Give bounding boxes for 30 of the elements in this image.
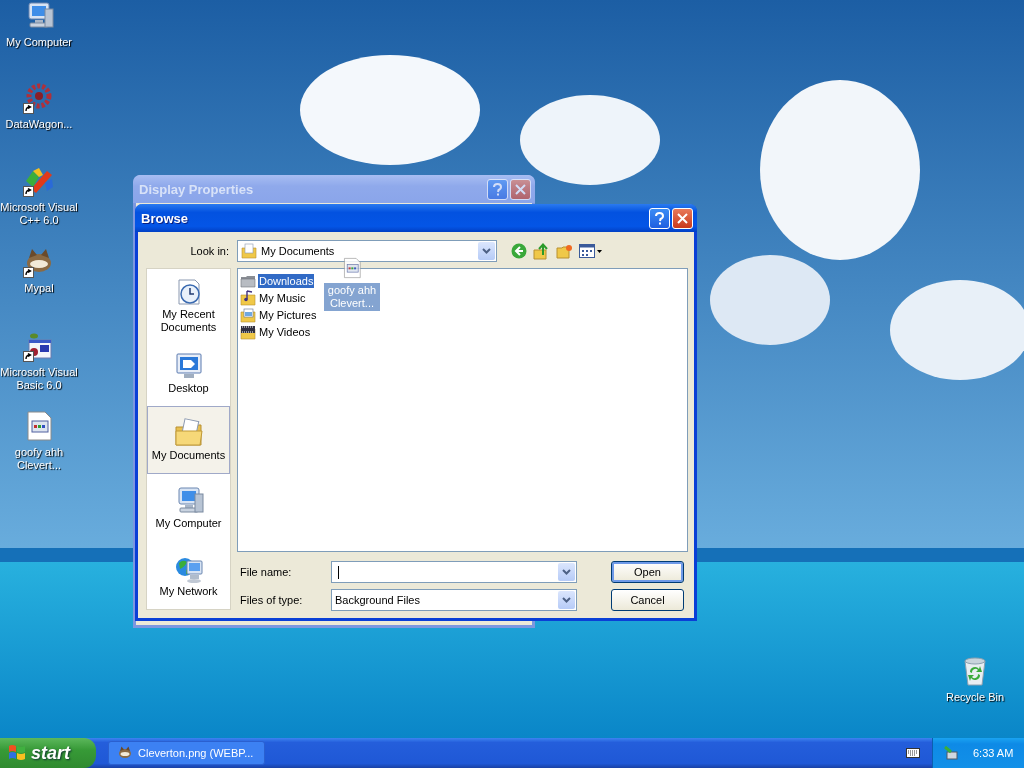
icon-label: Microsoft Visual Basic 6.0	[0, 366, 78, 392]
icon-label: goofy ahh Clevert...	[13, 446, 65, 472]
icon-label: Mypal	[24, 282, 54, 295]
dropdown-value: Background Files	[335, 594, 420, 606]
window-title: Browse	[141, 210, 189, 226]
icon-label: DataWagon...	[5, 118, 73, 131]
field-label: Files of type:	[239, 594, 303, 606]
cancel-button[interactable]: Cancel	[611, 589, 684, 611]
icon-label: Microsoft Visual C++ 6.0	[0, 201, 78, 227]
dropdown-value: My Documents	[261, 245, 335, 257]
places-item[interactable]: My Recent Documents	[147, 271, 230, 339]
file-item[interactable]: My Videos	[258, 324, 312, 339]
window-title: Display Properties	[139, 181, 255, 197]
icon-label: My Computer	[6, 36, 72, 49]
field-label: File name:	[239, 566, 292, 578]
file-item[interactable]: My Pictures	[258, 307, 318, 322]
places-item[interactable]: My Documents	[147, 406, 230, 474]
field-label: Look in:	[189, 245, 230, 257]
taskbar-button[interactable]: Cleverton.png (WEBP...	[108, 741, 265, 765]
places-item[interactable]: My Network	[147, 541, 230, 609]
icon-label: Recycle Bin	[945, 691, 1005, 704]
file-item[interactable]: Downloads	[258, 273, 315, 288]
file-type-dropdown[interactable]: Background Files	[331, 589, 577, 611]
start-button[interactable]: start	[0, 738, 96, 768]
places-item[interactable]: My Computer	[147, 473, 230, 542]
places-item[interactable]: Desktop	[147, 338, 230, 407]
file-item[interactable]: My Music	[258, 290, 307, 305]
open-button[interactable]: Open	[611, 561, 684, 583]
drag-label: goofy ahh Clevert...	[324, 283, 380, 311]
clock: 6:33 AM	[973, 747, 1014, 759]
